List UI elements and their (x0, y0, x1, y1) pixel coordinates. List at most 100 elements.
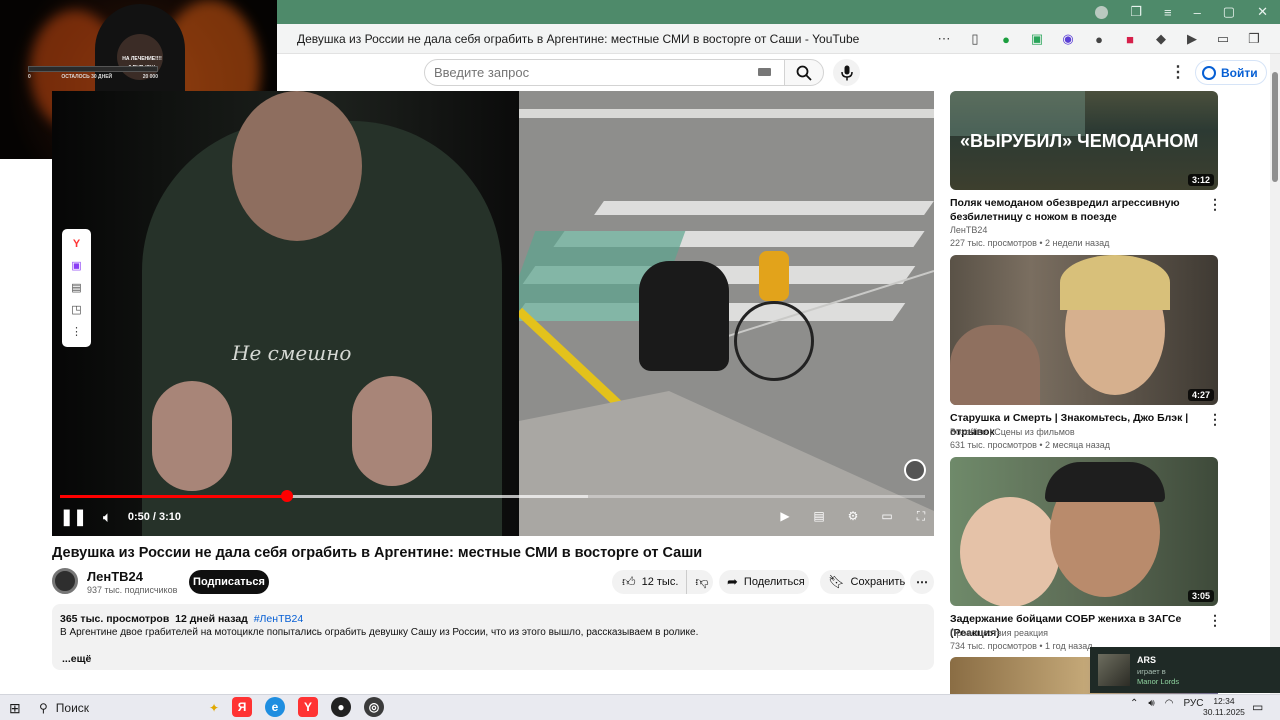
extension-cube-icon[interactable]: ◆ (1151, 29, 1171, 49)
donation-start: 0 (28, 74, 31, 80)
minimize-button[interactable]: – (1194, 5, 1201, 20)
profile-icon[interactable] (1095, 5, 1109, 19)
language-indicator[interactable]: РУС (1183, 698, 1203, 709)
video-frame-street (519, 91, 934, 536)
video-progress-bar[interactable] (60, 490, 925, 502)
browser-toolbar: ⋯ ▯ ● ▣ ◉ ● ■ ◆ ▶ ▭ ❐ ⇧ ⇩ (934, 29, 1280, 49)
recommendation-menu-icon[interactable]: ⋮ (1208, 411, 1222, 428)
video-player[interactable]: Не смешно (52, 91, 934, 536)
obs-icon[interactable]: ● (331, 697, 351, 717)
play-extension-icon[interactable]: ▶ (1182, 29, 1202, 49)
collections-icon[interactable]: ❐ (1130, 4, 1142, 20)
donation-days-left: ОСТАЛОСЬ 30 ДНЕЙ (61, 74, 113, 80)
save-label: Сохранить (850, 576, 906, 588)
recommendation-channel[interactable]: Boxoffice | Сцены из фильмов (950, 426, 1075, 439)
settings-menu-icon[interactable]: ⋮ (1170, 62, 1186, 82)
recommendation-menu-icon[interactable]: ⋮ (1208, 612, 1222, 629)
clock-time: 12:34 (1213, 696, 1235, 706)
more-actions-button[interactable]: ⋯ (910, 570, 934, 594)
settings-gear-icon[interactable]: ⚙ (843, 508, 863, 524)
recommendation-menu-icon[interactable]: ⋮ (1208, 196, 1222, 213)
page-scrollbar[interactable] (1270, 54, 1280, 694)
like-count: 12 тыс. (641, 576, 679, 588)
like-button[interactable]: 👍︎ 12 тыс. (612, 570, 688, 594)
taskbar-apps: Я e Y ● ◎ (232, 697, 384, 717)
autoplay-toggle[interactable]: ▶ (775, 508, 795, 524)
subtitles-button[interactable]: ▤ (809, 508, 829, 524)
more-vertical-icon[interactable]: ⋮ (71, 326, 82, 338)
yandex-browser-icon[interactable]: Я (232, 697, 252, 717)
yandex-app-icon[interactable]: Y (298, 697, 318, 717)
volume-icon[interactable]: 🔈︎ (103, 509, 112, 526)
donation-goal: 20 000 (142, 74, 158, 80)
duration-badge: 3:05 (1187, 590, 1214, 602)
duration-badge: 3:12 (1187, 174, 1214, 186)
account-icon (1202, 65, 1216, 80)
notification-center-icon[interactable]: ▭ (1252, 700, 1263, 714)
current-time: 0:50 (127, 511, 150, 523)
scrollbar-thumb[interactable] (1272, 72, 1278, 182)
page-title-bar[interactable]: Девушка из России не дала себя ограбить … (297, 32, 859, 46)
player-controls-left: ❚❚ 🔈︎ 0:50 / 3:10 (60, 507, 181, 527)
picture-in-picture-icon[interactable]: ◳ (71, 304, 81, 316)
search-button[interactable] (784, 59, 824, 86)
recommendation-thumbnail[interactable]: «ВЫРУБИЛ» ЧЕМОДАНОМ 3:12 (950, 91, 1218, 190)
motorcycle-robbers (639, 261, 729, 371)
yandex-icon[interactable]: Y (73, 238, 80, 250)
recommendation-channel[interactable]: ЛенТВ24 (950, 224, 987, 237)
time-display: 0:50 / 3:10 (128, 511, 181, 523)
recommendation-channel[interactable]: Происшествия реакция (950, 627, 1048, 640)
extension-green-icon[interactable]: ● (996, 29, 1016, 49)
recommendation-meta: 227 тыс. просмотров • 2 недели назад (950, 238, 1110, 248)
recommendation-title[interactable]: Поляк чемоданом обезвредил агрессивную б… (950, 196, 1195, 224)
extension-alice-icon[interactable]: ◉ (1058, 29, 1078, 49)
taskbar-clock[interactable]: 12:34 30.11.2025 (1203, 696, 1245, 718)
taskbar-search-label: Поиск (55, 700, 90, 715)
save-button[interactable]: 🔖︎ Сохранить (820, 570, 905, 594)
bookmark-save-icon: 🔖︎ (828, 574, 845, 589)
tray-chevron-icon[interactable]: ⌃ (1130, 698, 1138, 709)
windows-start-icon[interactable]: ⊞ (9, 700, 21, 717)
game-app-icon[interactable]: ◎ (364, 697, 384, 717)
login-button[interactable]: Войти (1195, 60, 1267, 85)
miniplayer-icon[interactable]: ▭ (877, 508, 897, 524)
edge-icon[interactable]: e (265, 697, 285, 717)
channel-name[interactable]: ЛенТВ24 (87, 569, 143, 584)
pause-button[interactable]: ❚❚ (60, 507, 87, 527)
speaker-icon[interactable]: 🔊︎ (1148, 698, 1154, 709)
translate-icon[interactable]: ▣ (71, 260, 81, 272)
fullscreen-icon[interactable]: ⛶ (911, 508, 931, 524)
like-dislike-group: 👍︎ 12 тыс. 👎︎ (612, 570, 713, 594)
subscribe-button[interactable]: Подписаться (189, 570, 269, 594)
recommendation-thumbnail[interactable]: 3:05 (950, 457, 1218, 606)
cast-icon[interactable]: ▭ (1213, 29, 1233, 49)
recommendation-thumbnail[interactable]: 4:27 (950, 255, 1218, 405)
close-button[interactable]: ✕ (1257, 4, 1268, 20)
hashtag-link[interactable]: #ЛенТВ24 (254, 613, 303, 625)
more-options-icon[interactable]: ⋯ (934, 29, 954, 49)
game-activity-notification[interactable]: ARS играет в Manor Lords (1090, 647, 1280, 693)
tabs-icon[interactable]: ❐ (1244, 29, 1264, 49)
bookmark-icon[interactable]: ▯ (965, 29, 985, 49)
extension-game-icon[interactable]: ▣ (1027, 29, 1047, 49)
maximize-button[interactable]: ▢ (1223, 4, 1235, 20)
description-stats: 365 тыс. просмотров 12 дней назад #ЛенТВ… (60, 613, 303, 625)
clock-date: 30.11.2025 (1203, 707, 1245, 717)
extension-bulb-icon[interactable]: ● (1089, 29, 1109, 49)
wifi-icon[interactable]: ◠ (1165, 698, 1174, 709)
search-input[interactable] (434, 65, 734, 80)
extension-red-icon[interactable]: ■ (1120, 29, 1140, 49)
bicycle (734, 301, 814, 381)
taskbar-search[interactable]: ⚲ Поиск ✦ (30, 697, 219, 718)
share-page-icon[interactable]: ⇧ (1275, 29, 1280, 49)
share-button[interactable]: ➦ Поделиться (719, 570, 809, 594)
thumbs-down-icon: 👎︎ (695, 574, 709, 589)
voice-search-button[interactable] (833, 59, 860, 86)
channel-avatar[interactable] (52, 568, 78, 594)
subtitles-icon[interactable]: ▤ (71, 282, 81, 294)
keyboard-icon[interactable] (758, 68, 771, 76)
menu-icon[interactable]: ≡ (1164, 5, 1172, 20)
microphone-icon (840, 65, 853, 80)
dislike-button[interactable]: 👎︎ (687, 574, 708, 590)
show-more-button[interactable]: ...ещё (62, 653, 91, 665)
